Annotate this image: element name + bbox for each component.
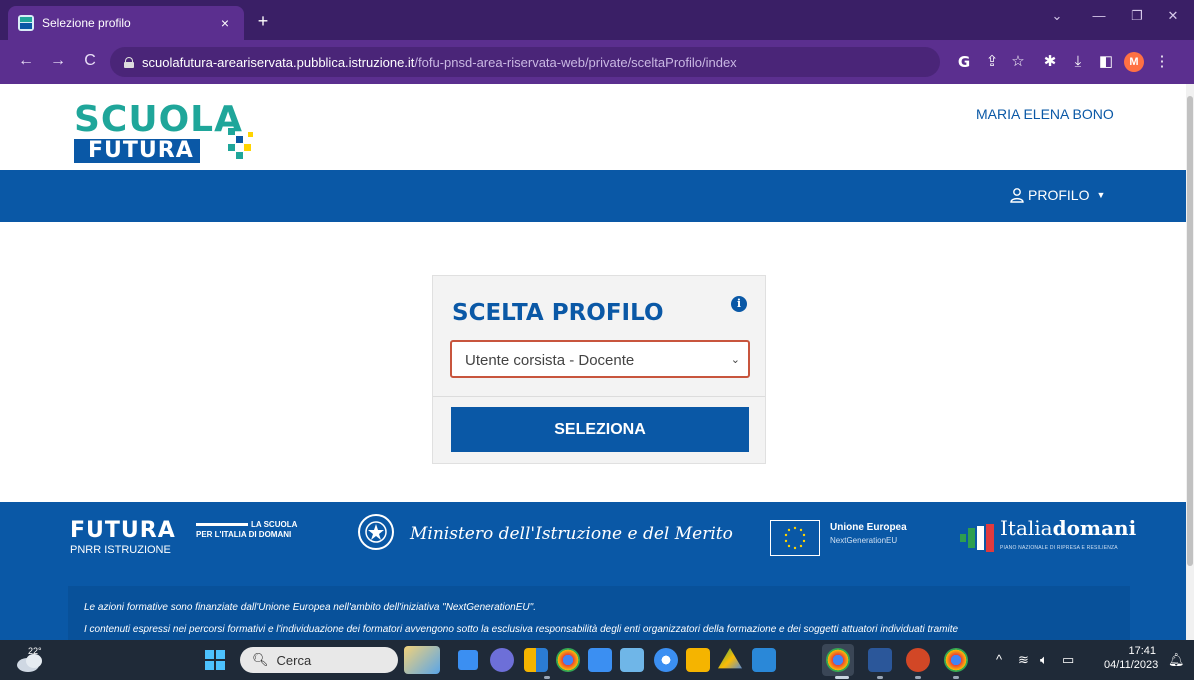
battery-icon[interactable]: ▭ [1062,652,1074,668]
lock-icon [124,56,134,68]
file-explorer-icon[interactable] [524,648,548,672]
wifi-icon[interactable]: ≋ [1018,652,1029,668]
forward-icon[interactable]: → [48,52,68,70]
profile-select-value: Utente corsista - Docente [465,352,635,369]
word-icon[interactable] [868,648,892,672]
chevron-down-icon: ⌄ [730,354,740,366]
app-active-indicator [835,676,849,679]
app-running-indicator [877,676,883,679]
info-icon[interactable]: i [731,296,747,312]
close-window-button[interactable]: ✕ [1160,8,1186,24]
profile-menu-button[interactable]: PROFILO ▼ [1010,187,1105,203]
logo-scuola-text: SCUOLA [74,99,243,140]
card-title: SCELTA PROFILO [452,300,664,326]
system-clock[interactable]: 17:41 04/11/2023 [1104,644,1159,672]
italiadomani-label: Italiadomani [1000,516,1137,540]
tab-close-icon[interactable]: × [216,15,234,31]
side-panel-icon[interactable]: ◧ [1096,52,1116,72]
mail-icon[interactable] [588,648,612,672]
tab-search-icon[interactable]: ⌄ [1044,8,1070,24]
app-running-indicator [953,676,959,679]
eu-subtitle: NextGenerationEU [830,536,898,545]
notice-line-2: I contenuti espressi nei percorsi format… [84,624,959,635]
chrome-profile-icon[interactable] [944,648,968,672]
bookmark-star-icon[interactable]: ☆ [1008,52,1028,72]
caret-down-icon: ▼ [1096,190,1106,200]
logo-futura-text: FUTURA [74,139,200,163]
italian-republic-emblem-icon [358,514,394,550]
start-button[interactable] [205,650,225,670]
eu-flag-icon [770,520,820,556]
page-scrollbar[interactable] [1186,84,1194,640]
web-page: SCUOLA FUTURA MARIA ELENA BONO PROFILO ▼… [0,84,1186,640]
chrome-active-icon[interactable] [826,648,850,672]
tagline-line-1: LA SCUOLA [251,520,298,529]
back-icon[interactable]: ← [16,52,36,70]
google-drive-icon[interactable] [718,648,742,669]
url-host: scuolafutura-areariservata.pubblica.istr… [142,54,415,70]
page-footer: FUTURA LA SCUOLA PER L'ITALIA DI DOMANI … [0,502,1186,640]
clock-time: 17:41 [1128,645,1156,657]
teams-chat-icon[interactable] [490,648,514,672]
widgets-icon[interactable] [404,646,440,674]
footer-tagline: LA SCUOLA PER L'ITALIA DI DOMANI [196,520,326,540]
windows-taskbar: 22° 🔍︎ Cerca ^ ≋ 🔈︎ ▭ 17:41 04/11/2023 🔔… [0,640,1194,680]
minimize-button[interactable]: — [1086,8,1112,23]
footer-notice-panel: Le azioni formative sono finanziate dall… [68,586,1130,640]
tab-title: Selezione profilo [42,16,131,30]
volume-icon[interactable]: 🔈︎ [1040,652,1048,668]
italiadomani-logo-icon [960,524,994,552]
notice-line-1: Le azioni formative sono finanziate dall… [84,602,536,613]
logo-pixels-icon [228,128,258,162]
scrollbar-thumb[interactable] [1187,96,1193,566]
tray-overflow-icon[interactable]: ^ [996,652,1002,667]
tagline-line-2: PER L'ITALIA DI DOMANI [196,530,292,539]
futura-footer-logo: FUTURA [70,518,176,543]
user-name-link[interactable]: MARIA ELENA BONO [976,106,1114,122]
taskbar-search-label: Cerca [276,652,312,668]
google-icon[interactable]: G [954,52,974,72]
site-favicon-icon [18,15,34,31]
share-icon[interactable]: ⇪ [982,52,1002,72]
profile-select[interactable]: Utente corsista - Docente ⌄ [450,340,750,378]
chrome-icon[interactable] [556,648,580,672]
profile-selection-card: SCELTA PROFILO i Utente corsista - Docen… [432,275,766,464]
browser-toolbar: ← → C scuolafutura-areariservata.pubblic… [0,40,1194,84]
download-icon[interactable]: ⤓ [1068,52,1088,72]
address-bar[interactable]: scuolafutura-areariservata.pubblica.istr… [110,47,940,77]
clock-date: 04/11/2023 [1104,659,1159,671]
weather-temperature: 22° [28,646,42,656]
profile-avatar[interactable]: M [1124,52,1144,72]
profile-menu-label: PROFILO [1028,187,1090,203]
card-divider [433,396,765,397]
user-icon [1010,187,1024,203]
browser-menu-icon[interactable]: ⋮ [1152,52,1172,72]
ministero-label: Ministero dell'Istruzione e del Merito [410,524,733,544]
powerpoint-icon[interactable] [906,648,930,672]
folder-icon[interactable] [686,648,710,672]
outlook-icon[interactable] [752,648,776,672]
browser-tab-strip: Selezione profilo × + ⌄ — ❐ ✕ [0,0,1194,40]
notification-bell-icon[interactable]: 🔔︎ [1168,652,1185,668]
app-running-indicator [915,676,921,679]
pnrr-label: PNRR ISTRUZIONE [70,544,171,556]
navigation-bar: PROFILO ▼ [0,170,1186,222]
taskbar-search[interactable]: 🔍︎ Cerca [240,647,398,673]
photos-icon[interactable] [620,648,644,672]
restore-button[interactable]: ❐ [1124,8,1150,24]
select-profile-button[interactable]: SELEZIONA [451,407,749,452]
url-path: /fofu-pnsd-area-riservata-web/private/sc… [414,54,737,70]
reload-icon[interactable]: C [80,52,100,70]
browser-tab[interactable]: Selezione profilo × [8,6,244,40]
italiadomani-subtitle: PIANO NAZIONALE DI RIPRESA E RESILIENZA [1000,545,1118,551]
search-icon: 🔍︎ [252,652,269,667]
scuola-futura-logo[interactable]: SCUOLA FUTURA [74,99,264,163]
extensions-icon[interactable]: ✱ [1040,52,1060,72]
app-running-indicator [544,676,550,679]
eu-title: Unione Europea [830,522,907,533]
task-view-icon[interactable] [458,650,478,670]
new-tab-button[interactable]: + [252,10,274,32]
browser-app-icon[interactable] [654,648,678,672]
